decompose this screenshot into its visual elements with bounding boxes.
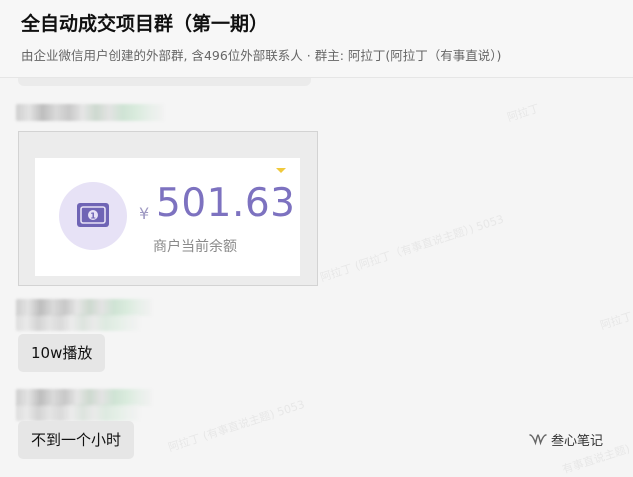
currency-symbol: ¥ [139, 204, 150, 223]
group-title[interactable]: 全自动成交项目群（第一期） [21, 9, 268, 36]
sender-name-blurred [16, 104, 164, 121]
sender-name-blurred [16, 314, 140, 331]
svg-text:1: 1 [90, 212, 96, 221]
previous-message-bubble[interactable] [18, 78, 311, 86]
message-list[interactable]: 1 ¥ 501.63 商户当前余额 10w播放 不到一个小时 [0, 78, 633, 465]
balance-amount: 501.63 [156, 181, 296, 226]
text-message-bubble[interactable]: 不到一个小时 [18, 421, 135, 459]
balance-label: 商户当前余额 [153, 239, 237, 255]
banknote-icon: 1 [77, 203, 109, 227]
brand-watermark: 叁心笔记 [529, 430, 603, 449]
balance-panel: 1 ¥ 501.63 商户当前余额 [35, 158, 300, 276]
image-message[interactable]: 1 ¥ 501.63 商户当前余额 [18, 131, 318, 286]
chat-header: 全自动成交项目群（第一期） 由企业微信用户创建的外部群, 含496位外部联系人 … [0, 0, 633, 78]
group-subtitle: 由企业微信用户创建的外部群, 含496位外部联系人 · 群主: 阿拉丁(阿拉丁（… [21, 48, 502, 63]
sender-name-blurred [16, 404, 140, 421]
text-message-bubble[interactable]: 10w播放 [18, 334, 106, 372]
brand-label: 叁心笔记 [551, 434, 604, 449]
wallet-icon-circle: 1 [59, 182, 127, 250]
wechat-channel-icon [529, 433, 547, 445]
dropdown-arrow-icon [276, 168, 286, 173]
